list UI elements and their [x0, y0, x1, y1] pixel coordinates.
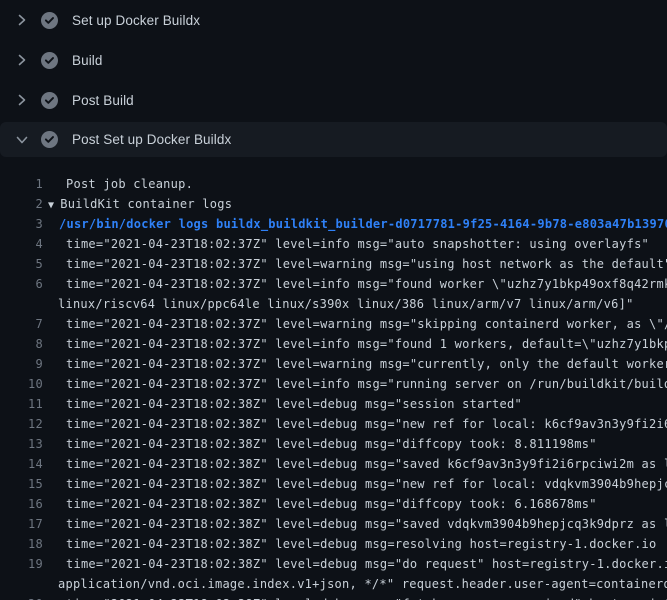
log-line: linux/riscv64 linux/ppc64le linux/s390x …	[0, 294, 667, 314]
line-text: time="2021-04-23T18:02:37Z" level=warnin…	[66, 354, 667, 374]
log-line: 5 time="2021-04-23T18:02:37Z" level=warn…	[0, 254, 667, 274]
check-circle-icon	[41, 52, 58, 69]
line-text: linux/riscv64 linux/ppc64le linux/s390x …	[58, 294, 634, 314]
step-row[interactable]: Build	[0, 40, 667, 80]
log-line: 4 time="2021-04-23T18:02:37Z" level=info…	[0, 234, 667, 254]
line-number[interactable]: 19	[0, 554, 43, 574]
line-text: time="2021-04-23T18:02:38Z" level=debug …	[66, 454, 667, 474]
line-text: time="2021-04-23T18:02:38Z" level=debug …	[66, 414, 667, 434]
line-number[interactable]: 1	[0, 174, 43, 194]
log-line: 6 time="2021-04-23T18:02:37Z" level=info…	[0, 274, 667, 294]
log-line: 11 time="2021-04-23T18:02:38Z" level=deb…	[0, 394, 667, 414]
line-text: time="2021-04-23T18:02:38Z" level=debug …	[66, 394, 522, 414]
step-label: Set up Docker Buildx	[72, 13, 200, 28]
line-number[interactable]: 6	[0, 274, 43, 294]
line-number	[0, 574, 43, 594]
step-label: Post Set up Docker Buildx	[72, 132, 231, 147]
line-text: /usr/bin/docker logs buildx_buildkit_bui…	[59, 214, 667, 234]
log-line: 3 /usr/bin/docker logs buildx_buildkit_b…	[0, 214, 667, 234]
chevron-right-icon	[16, 92, 28, 108]
log-line: 13 time="2021-04-23T18:02:38Z" level=deb…	[0, 434, 667, 454]
line-number[interactable]: 4	[0, 234, 43, 254]
line-text: time="2021-04-23T18:02:38Z" level=debug …	[66, 434, 597, 454]
log-line: 8 time="2021-04-23T18:02:37Z" level=info…	[0, 334, 667, 354]
line-text: ▼ BuildKit container logs	[48, 194, 232, 214]
line-number[interactable]: 5	[0, 254, 43, 274]
log-line: 9 time="2021-04-23T18:02:37Z" level=warn…	[0, 354, 667, 374]
line-number[interactable]: 9	[0, 354, 43, 374]
line-text: time="2021-04-23T18:02:38Z" level=debug …	[66, 594, 667, 600]
line-number[interactable]: 11	[0, 394, 43, 414]
chevron-right-icon	[16, 12, 28, 28]
line-number[interactable]: 13	[0, 434, 43, 454]
log-line: 19 time="2021-04-23T18:02:38Z" level=deb…	[0, 554, 667, 574]
line-number[interactable]: 7	[0, 314, 43, 334]
log-line: 14 time="2021-04-23T18:02:38Z" level=deb…	[0, 454, 667, 474]
log-line: application/vnd.oci.image.index.v1+json,…	[0, 574, 667, 594]
line-number[interactable]: 14	[0, 454, 43, 474]
line-text: time="2021-04-23T18:02:37Z" level=info m…	[66, 274, 667, 294]
log-line: 15 time="2021-04-23T18:02:38Z" level=deb…	[0, 474, 667, 494]
check-circle-icon	[41, 12, 58, 29]
line-number	[0, 294, 43, 314]
step-label: Post Build	[72, 93, 134, 108]
log-line: 10 time="2021-04-23T18:02:37Z" level=inf…	[0, 374, 667, 394]
log-line: 1 Post job cleanup.	[0, 174, 667, 194]
group-toggle-arrow-icon[interactable]: ▼	[48, 200, 54, 211]
check-circle-icon	[41, 92, 58, 109]
line-number[interactable]: 17	[0, 514, 43, 534]
line-text: time="2021-04-23T18:02:37Z" level=info m…	[66, 334, 667, 354]
chevron-right-icon	[16, 52, 28, 68]
log-line: 17 time="2021-04-23T18:02:38Z" level=deb…	[0, 514, 667, 534]
line-text: time="2021-04-23T18:02:38Z" level=debug …	[66, 554, 667, 574]
line-text: time="2021-04-23T18:02:37Z" level=warnin…	[66, 314, 667, 334]
steps-list: Set up Docker Buildx Build Post Buil	[0, 0, 667, 157]
line-text: time="2021-04-23T18:02:38Z" level=debug …	[66, 514, 667, 534]
line-number[interactable]: 8	[0, 334, 43, 354]
line-number[interactable]: 10	[0, 374, 43, 394]
line-number[interactable]: 16	[0, 494, 43, 514]
line-text: application/vnd.oci.image.index.v1+json,…	[58, 574, 667, 594]
log-line: 2 ▼ BuildKit container logs	[0, 194, 667, 214]
step-row[interactable]: Post Set up Docker Buildx	[0, 122, 667, 157]
line-number[interactable]: 20	[0, 594, 43, 600]
step-label: Build	[72, 53, 103, 68]
line-number[interactable]: 18	[0, 534, 43, 554]
line-number[interactable]: 12	[0, 414, 43, 434]
log-line: 16 time="2021-04-23T18:02:38Z" level=deb…	[0, 494, 667, 514]
line-number[interactable]: 15	[0, 474, 43, 494]
line-text: time="2021-04-23T18:02:37Z" level=info m…	[66, 234, 649, 254]
group-title: BuildKit container logs	[60, 197, 232, 211]
line-text: time="2021-04-23T18:02:38Z" level=debug …	[66, 474, 667, 494]
line-text: time="2021-04-23T18:02:37Z" level=info m…	[66, 374, 667, 394]
log-panel: 1 Post job cleanup. 2 ▼ BuildKit containe…	[0, 160, 667, 600]
line-text: time="2021-04-23T18:02:38Z" level=debug …	[66, 534, 657, 554]
line-number[interactable]: 2	[0, 194, 43, 214]
line-text: Post job cleanup.	[66, 174, 193, 194]
log-line: 12 time="2021-04-23T18:02:38Z" level=deb…	[0, 414, 667, 434]
line-text: time="2021-04-23T18:02:37Z" level=warnin…	[66, 254, 667, 274]
chevron-down-icon	[16, 132, 28, 148]
line-number[interactable]: 3	[0, 214, 43, 234]
check-circle-icon	[41, 131, 58, 148]
step-row[interactable]: Post Build	[0, 80, 667, 120]
log-line: 20 time="2021-04-23T18:02:38Z" level=deb…	[0, 594, 667, 600]
line-text: time="2021-04-23T18:02:38Z" level=debug …	[66, 494, 597, 514]
log-line: 7 time="2021-04-23T18:02:37Z" level=warn…	[0, 314, 667, 334]
log-line: 18 time="2021-04-23T18:02:38Z" level=deb…	[0, 534, 667, 554]
step-row[interactable]: Set up Docker Buildx	[0, 0, 667, 40]
